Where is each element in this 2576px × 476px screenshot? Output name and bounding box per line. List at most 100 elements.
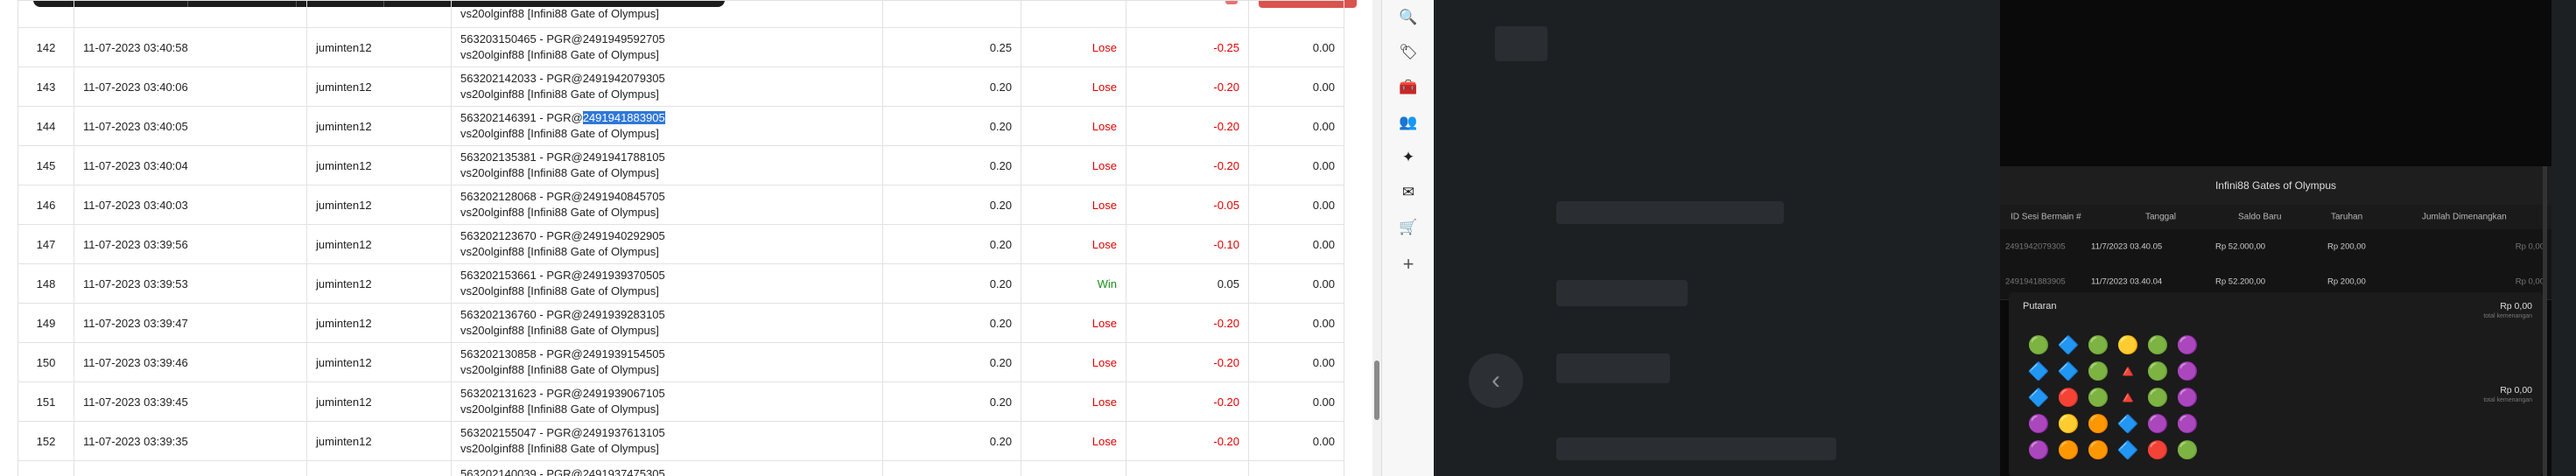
toolbox-icon[interactable]: 🧰: [1398, 77, 1419, 98]
row-datetime: 11-07-2023 03:39:45: [74, 382, 307, 422]
row-description[interactable]: 563202130858 - PGR@2491939154505 vs20olgi…: [451, 342, 883, 382]
row-description[interactable]: 563202153661 - PGR@2491939370505 vs20olgi…: [451, 263, 883, 304]
row-description[interactable]: 563202123670 - PGR@2491940292905 vs20olgi…: [451, 224, 883, 264]
gem-icon: 🟠: [2057, 441, 2080, 460]
row-session-id[interactable]: 563202142033 - PGR@2491942079305: [460, 71, 874, 87]
copilot-icon[interactable]: ✦: [1398, 147, 1419, 168]
gem-icon: 🟠: [2087, 415, 2109, 434]
table-row: 151 11-07-2023 03:39:45 juminten12 56320213…: [18, 382, 1344, 422]
row-description[interactable]: 563202128068 - PGR@2491940845705 vs20olgi…: [451, 185, 883, 225]
row-username: juminten12: [306, 27, 452, 67]
session-code[interactable]: 2491939154505: [583, 347, 665, 360]
row-username: juminten12: [306, 145, 452, 186]
row-description[interactable]: 563202136760 - PGR@2491939283105 vs20olgi…: [451, 303, 883, 343]
row-description[interactable]: 563202131623 - PGR@2491939067105 vs20olgi…: [451, 382, 883, 422]
row-result: Lose: [1021, 145, 1127, 186]
col-won: Jumlah Dimenangkan: [2422, 212, 2507, 222]
row-bet: 0.20: [882, 224, 1021, 264]
row-outcome: [1126, 460, 1249, 476]
row-datetime: 11-07-2023 03:39:46: [74, 342, 307, 382]
session-code[interactable]: 2491939283105: [583, 308, 665, 321]
back-arrow-icon[interactable]: ‹: [1469, 354, 1523, 408]
row-session-id[interactable]: 563202135381 - PGR@2491941788105: [460, 150, 874, 165]
session-code[interactable]: 2491940292905: [583, 229, 665, 242]
table-row: 148 11-07-2023 03:39:53 juminten12 56320215…: [18, 263, 1344, 304]
spin-total: Rp 0,00: [2500, 301, 2532, 312]
row-game-name: vs20olginf88 [Infini88 Gate of Olympus]: [460, 402, 659, 416]
row-username: juminten12: [306, 303, 452, 343]
row-game-name: vs20olginf88 [Infini88 Gate of Olympus]: [460, 363, 659, 376]
row-number: 151: [18, 382, 74, 422]
row-session-id[interactable]: 563202155047 - PGR@2491937613105: [460, 425, 874, 441]
row-description[interactable]: 563203150465 - PGR@2491949592705 vs20olgi…: [451, 27, 883, 67]
row-outcome: -0.05: [1126, 185, 1249, 225]
row-win: 0.00: [1248, 224, 1344, 264]
tag-icon[interactable]: 🏷: [1398, 42, 1419, 63]
row-result: Lose: [1021, 66, 1127, 107]
row-result: Lose: [1021, 342, 1127, 382]
session-code[interactable]: 2491949592705: [583, 32, 665, 46]
row-session-id[interactable]: 563202130858 - PGR@2491939154505: [460, 346, 874, 362]
row-number: 152: [18, 421, 74, 461]
row-username: juminten12: [306, 263, 452, 304]
row-description[interactable]: 563202146391 - PGR@2491941883905 vs20olgi…: [451, 106, 883, 146]
popup-scrollbar[interactable]: [2543, 166, 2547, 476]
row-session-id[interactable]: 563203150465 - PGR@2491949592705: [460, 32, 874, 47]
session-code[interactable]: 2491941788105: [583, 150, 665, 164]
session-code[interactable]: 2491937613105: [583, 426, 665, 439]
row-session-id[interactable]: 563202136760 - PGR@2491939283105: [460, 307, 874, 323]
table-row: vs20olginf88 [Infini88 Gate of Olympus]: [18, 0, 1344, 28]
outlook-icon[interactable]: ✉: [1398, 182, 1419, 203]
row-result: Lose: [1021, 224, 1127, 264]
row-win: 0.00: [1248, 185, 1344, 225]
row-description[interactable]: 563202142033 - PGR@2491942079305 vs20olgi…: [451, 66, 883, 107]
transaction-table: vs20olginf88 [Infini88 Gate of Olympus] …: [18, 0, 1344, 476]
session-code[interactable]: 2491940845705: [583, 190, 665, 203]
gem-icon: 🟣: [2176, 388, 2199, 408]
session-code[interactable]: 2491941883905: [582, 111, 665, 124]
row-session-id[interactable]: 563202131623 - PGR@2491939067105: [460, 386, 874, 402]
table-row: 147 11-07-2023 03:39:56 juminten12 56320212…: [18, 224, 1344, 264]
row-bet: 0.20: [882, 106, 1021, 146]
session-code[interactable]: 2491937475305: [583, 467, 665, 476]
row-username: juminten12: [306, 382, 452, 422]
col-date: Tanggal: [2145, 212, 2177, 222]
gem-icon: 🟢: [2027, 336, 2050, 355]
row-win: 0.00: [1248, 27, 1344, 67]
row-result: Lose: [1021, 421, 1127, 461]
row-result: Lose: [1021, 106, 1127, 146]
row-number: 150: [18, 342, 74, 382]
row-session-id[interactable]: 563202140039 - PGR@2491937475305: [460, 466, 874, 476]
gem-icon: 🔺: [2116, 388, 2139, 408]
col-balance: Saldo Baru: [2238, 212, 2282, 222]
gem-icon: 🔷: [2027, 362, 2050, 382]
row-description[interactable]: 563202155047 - PGR@2491937613105 vs20olgi…: [451, 421, 883, 461]
row-outcome: -0.20: [1126, 145, 1249, 186]
row-game-name: vs20olginf88 [Infini88 Gate of Olympus]: [460, 284, 659, 298]
cart-icon[interactable]: 🛒: [1398, 217, 1419, 238]
gem-icon: 🟡: [2116, 336, 2139, 355]
session-code[interactable]: 2491939067105: [583, 387, 665, 400]
game-history-popup: Infini88 Gates of Olympus ID Sesi Bermai…: [2000, 0, 2551, 476]
row-description[interactable]: 563202135381 - PGR@2491941788105 vs20olgi…: [451, 145, 883, 186]
row-session-id[interactable]: 563202128068 - PGR@2491940845705: [460, 189, 874, 205]
gem-icon: 🟢: [2176, 441, 2199, 460]
people-icon[interactable]: 👥: [1398, 112, 1419, 133]
row-game-name: vs20olginf88 [Infini88 Gate of Olympus]: [460, 245, 659, 258]
popup-row[interactable]: 2491942079305 11/7/2023 03.40.05 Rp 52.0…: [2000, 229, 2551, 265]
scrollbar-thumb[interactable]: [1374, 360, 1379, 420]
table-row: 150 11-07-2023 03:39:46 juminten12 56320213…: [18, 342, 1344, 382]
session-code[interactable]: 2491942079305: [583, 72, 665, 85]
row-outcome: -0.10: [1126, 224, 1249, 264]
row-session-id[interactable]: 563202153661 - PGR@2491939370505: [460, 268, 874, 284]
row-number: 143: [18, 66, 74, 107]
search-icon[interactable]: 🔍: [1398, 7, 1419, 28]
row-session-id[interactable]: 563202146391 - PGR@2491941883905: [460, 110, 874, 126]
row-description[interactable]: 563202140039 - PGR@2491937475305: [451, 460, 883, 476]
row-number: 142: [18, 27, 74, 67]
row-number: 147: [18, 224, 74, 264]
gem-icon: 🔴: [2057, 388, 2080, 408]
session-code[interactable]: 2491939370505: [583, 269, 665, 282]
row-session-id[interactable]: 563202123670 - PGR@2491940292905: [460, 228, 874, 244]
add-icon[interactable]: +: [1398, 253, 1419, 275]
